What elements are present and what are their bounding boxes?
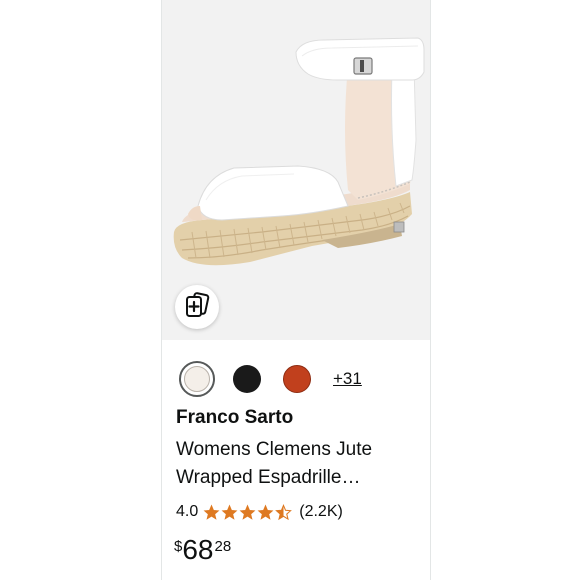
swatch-white[interactable] bbox=[179, 361, 215, 397]
rating-row: 4.0 (2.2K) bbox=[176, 500, 343, 524]
color-swatches: +31 bbox=[179, 361, 362, 397]
product-image-area[interactable] bbox=[162, 0, 430, 340]
product-brand: Franco Sarto bbox=[176, 407, 294, 428]
product-price: $ 68 28 bbox=[174, 534, 231, 566]
star-full-icon bbox=[257, 504, 274, 520]
compare-cards-icon bbox=[182, 290, 212, 325]
swatch-rust[interactable] bbox=[283, 365, 311, 393]
price-whole: 68 bbox=[182, 534, 214, 565]
star-rating[interactable] bbox=[203, 503, 293, 521]
product-title-link[interactable]: Womens Clemens Jute Wrapped Espadrille… bbox=[176, 436, 406, 492]
swatch-black[interactable] bbox=[233, 365, 261, 393]
price-symbol: $ bbox=[174, 538, 183, 555]
star-full-icon bbox=[203, 504, 220, 520]
review-count-link[interactable]: (2.2K) bbox=[299, 503, 343, 521]
star-half-icon bbox=[275, 503, 293, 520]
rating-value: 4.0 bbox=[176, 503, 199, 520]
more-colors-link[interactable]: +31 bbox=[333, 369, 362, 389]
add-to-compare-button[interactable] bbox=[175, 285, 219, 329]
star-full-icon bbox=[221, 504, 238, 520]
star-full-icon bbox=[239, 504, 256, 520]
price-fraction: 28 bbox=[214, 538, 232, 555]
product-card[interactable]: +31 Franco Sarto Womens Clemens Jute Wra… bbox=[161, 0, 431, 580]
